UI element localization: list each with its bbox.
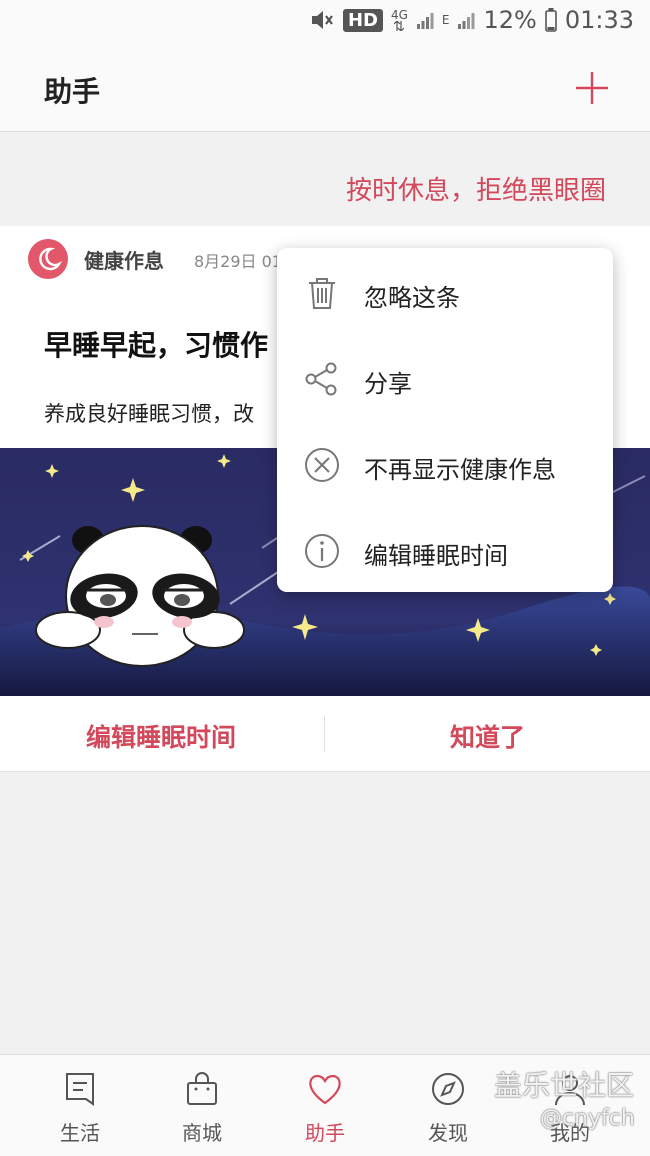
card-actions: 编辑睡眠时间 知道了 [0,698,650,772]
context-menu: 忽略这条 分享 不再显示健康作息 编辑睡眠时间 [277,248,613,592]
battery-percent: 12% [483,6,537,34]
menu-item-ignore[interactable]: 忽略这条 [277,250,613,336]
battery-icon [545,8,557,32]
menu-label: 忽略这条 [364,284,460,312]
nav-item-mall[interactable]: 商城 [137,1055,267,1156]
moon-avatar-icon [28,239,68,279]
action-divider [324,716,325,752]
edit-sleep-time-button[interactable]: 编辑睡眠时间 [86,718,236,754]
network-4g-label: 4G [390,8,408,22]
card-description: 养成良好睡眠习惯，改 [44,402,254,426]
network-e-label: E [441,13,450,27]
status-bar: HD 4G E 12% 01:33 [0,0,650,46]
menu-item-hide-health[interactable]: 不再显示健康作息 [277,422,613,508]
plus-icon[interactable] [572,68,612,108]
menu-item-edit-sleep[interactable]: 编辑睡眠时间 [277,508,613,594]
tip-banner: 按时休息，拒绝黑眼圈 [345,176,606,206]
menu-label: 编辑睡眠时间 [364,542,508,570]
signal-icon-2 [458,13,475,29]
mute-icon [311,11,333,29]
menu-item-share[interactable]: 分享 [277,336,613,422]
signal-icon [416,13,434,29]
nav-item-assistant[interactable]: 助手 [260,1055,390,1156]
menu-label: 不再显示健康作息 [364,456,556,484]
shopping-bag-icon [187,1072,217,1105]
nav-label: 发现 [428,1121,468,1145]
bookmark-icon [66,1073,94,1106]
trash-icon [309,278,335,309]
hd-badge: HD [342,8,383,32]
heart-icon [309,1074,341,1105]
card-source: 健康作息 [84,249,164,273]
clock: 01:33 [564,6,634,34]
nav-label: 商城 [182,1121,222,1145]
card-title: 早睡早起，习惯作 [44,329,269,362]
got-it-button[interactable]: 知道了 [450,718,525,754]
moon-icon [39,247,63,271]
share-icon [305,362,337,396]
nav-label: 生活 [60,1121,100,1145]
app-header: 助手 [0,46,650,132]
watermark-author: @cnyfch [540,1106,635,1131]
nav-item-life[interactable]: 生活 [15,1055,145,1156]
nav-label: 助手 [305,1121,345,1145]
data-arrows-icon [394,21,405,31]
watermark: 盖乐世社区 [494,1069,635,1102]
page-title: 助手 [44,75,101,108]
menu-label: 分享 [364,370,412,398]
compass-icon [432,1073,464,1105]
card-date: 8月29日 01 [194,252,282,271]
info-icon [305,534,339,568]
close-circle-icon [305,448,339,482]
